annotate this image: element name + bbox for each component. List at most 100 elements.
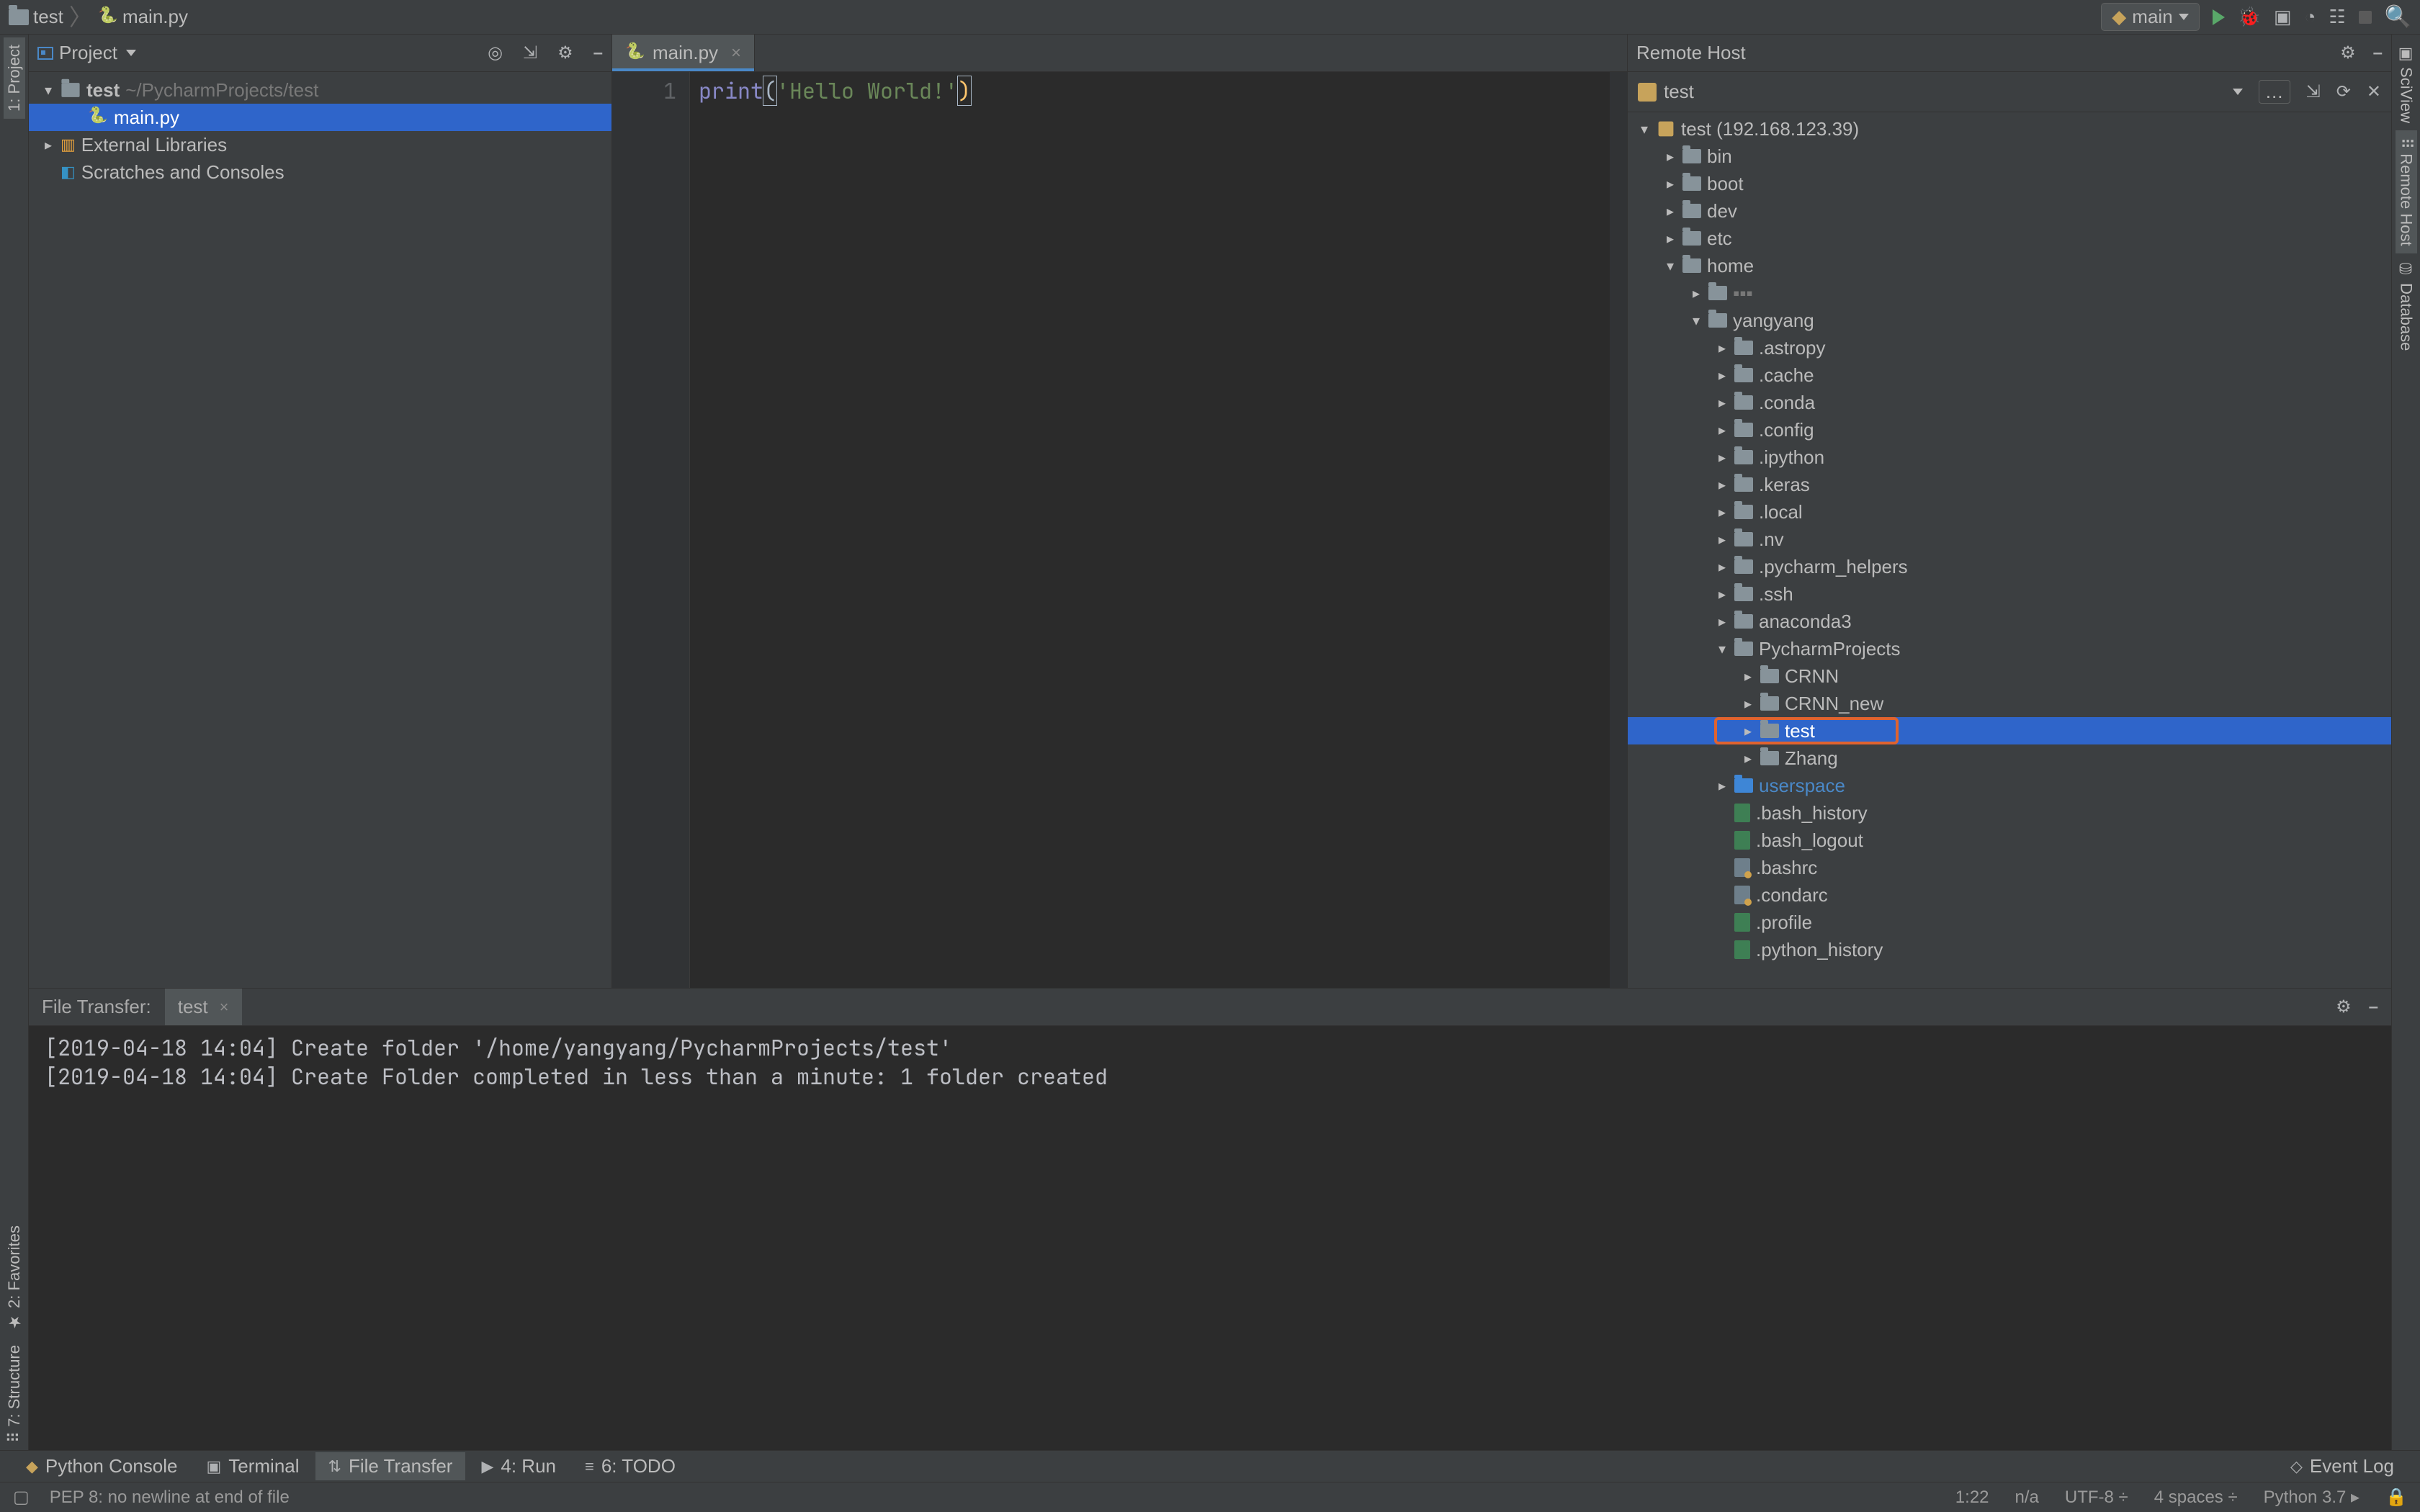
expand-arrow-icon[interactable]: [1716, 476, 1729, 494]
collapse-all-button[interactable]: [523, 42, 537, 63]
remote-dir-astropy[interactable]: .astropy: [1628, 334, 2391, 361]
tab-python-console[interactable]: Python Console: [13, 1452, 190, 1480]
breadcrumb-root[interactable]: test: [33, 6, 63, 28]
close-tab-button[interactable]: ×: [731, 43, 741, 63]
remote-dir-crnn[interactable]: CRNN: [1628, 662, 2391, 690]
tab-remote-host[interactable]: ⠿ Remote Host: [2396, 130, 2417, 253]
expand-arrow-icon[interactable]: [1664, 202, 1677, 220]
tab-terminal[interactable]: ▣Terminal: [193, 1452, 312, 1480]
remote-dir-anaconda3[interactable]: anaconda3: [1628, 608, 2391, 635]
expand-arrow-icon[interactable]: [1742, 695, 1754, 713]
scratches-node[interactable]: ◧ Scratches and Consoles: [29, 158, 611, 186]
python-interpreter[interactable]: Python 3.7 ▸: [2264, 1487, 2360, 1508]
expand-arrow-icon[interactable]: [1716, 449, 1729, 467]
remote-dir-ssh[interactable]: .ssh: [1628, 580, 2391, 608]
remote-file-bash-logout[interactable]: .bash_logout: [1628, 827, 2391, 854]
concurrency-button[interactable]: ☷: [2329, 6, 2345, 28]
remote-dir-pycharm-helpers[interactable]: .pycharm_helpers: [1628, 553, 2391, 580]
code-area[interactable]: print('Hello World!'): [690, 72, 1610, 988]
hide-button[interactable]: [2373, 43, 2383, 63]
remote-dir-test[interactable]: test: [1628, 717, 2391, 744]
chevron-down-icon[interactable]: [126, 50, 136, 56]
remote-file-bashrc[interactable]: .bashrc: [1628, 854, 2391, 881]
tab-database[interactable]: ⛁ Database: [2396, 253, 2417, 358]
expand-arrow-icon[interactable]: [1716, 777, 1729, 795]
expand-arrow-icon[interactable]: [1742, 722, 1754, 740]
debug-button[interactable]: 🐞: [2238, 6, 2261, 28]
remote-dir-zhang[interactable]: Zhang: [1628, 744, 2391, 772]
remote-dir-boot[interactable]: boot: [1628, 170, 2391, 197]
remote-dir-ipython[interactable]: .ipython: [1628, 444, 2391, 471]
run-with-coverage-button[interactable]: ▣: [2274, 6, 2292, 28]
tab-run[interactable]: ▶4: Run: [468, 1452, 569, 1480]
server-label[interactable]: test: [1664, 81, 1694, 103]
error-stripe[interactable]: [1610, 72, 1627, 988]
expand-arrow-icon[interactable]: [1716, 558, 1729, 576]
expand-arrow-icon[interactable]: [1716, 503, 1729, 521]
locate-file-button[interactable]: [488, 42, 503, 63]
settings-button[interactable]: [2336, 996, 2352, 1017]
settings-button[interactable]: [557, 42, 573, 63]
remote-dir-dev[interactable]: dev: [1628, 197, 2391, 225]
line-separator[interactable]: n/a: [2015, 1488, 2039, 1508]
search-everywhere-button[interactable]: 🔍: [2385, 4, 2411, 30]
file-encoding[interactable]: UTF-8 ÷: [2065, 1488, 2128, 1508]
expand-arrow-icon[interactable]: [1716, 531, 1729, 549]
remote-dir-yangyang[interactable]: yangyang: [1628, 307, 2391, 334]
remote-file-profile[interactable]: .profile: [1628, 909, 2391, 936]
expand-arrow-icon[interactable]: [1664, 230, 1677, 248]
hide-button[interactable]: [2369, 997, 2378, 1017]
profile-button[interactable]: ◔: [2305, 6, 2316, 28]
remote-dir-local[interactable]: .local: [1628, 498, 2391, 526]
remote-dir-conda[interactable]: .conda: [1628, 389, 2391, 416]
caret-position[interactable]: 1:22: [1955, 1488, 1989, 1508]
expand-arrow-icon[interactable]: [1716, 394, 1729, 412]
expand-arrow-icon[interactable]: [1716, 613, 1729, 631]
expand-arrow-icon[interactable]: [1664, 175, 1677, 193]
external-libraries-node[interactable]: ▥ External Libraries: [29, 131, 611, 158]
breadcrumb-file[interactable]: main.py: [122, 6, 188, 28]
inspection-indicator[interactable]: 🔒: [2385, 1487, 2407, 1508]
refresh-button[interactable]: [2336, 81, 2351, 102]
remote-tree[interactable]: test (192.168.123.39) bin boot dev etc h…: [1628, 112, 2391, 988]
log-subtab-test[interactable]: test ×: [165, 989, 243, 1025]
close-button[interactable]: [2367, 81, 2381, 102]
remote-file-bash-history[interactable]: .bash_history: [1628, 799, 2391, 827]
expand-arrow-icon[interactable]: [1716, 585, 1729, 603]
expand-arrow-icon[interactable]: [1716, 366, 1729, 384]
hide-button[interactable]: [593, 43, 603, 63]
project-root[interactable]: test ~/PycharmProjects/test: [29, 76, 611, 104]
expand-arrow-icon[interactable]: [42, 136, 55, 154]
collapse-all-button[interactable]: [2306, 81, 2321, 102]
remote-dir-unknown[interactable]: ▪▪▪: [1628, 279, 2391, 307]
remote-dir-crnn-new[interactable]: CRNN_new: [1628, 690, 2391, 717]
expand-arrow-icon[interactable]: [1690, 312, 1703, 330]
remote-dir-home[interactable]: home: [1628, 252, 2391, 279]
run-configuration-selector[interactable]: main: [2101, 3, 2199, 31]
run-button[interactable]: [2213, 9, 2225, 25]
tab-event-log[interactable]: Event Log: [2277, 1452, 2407, 1480]
expand-arrow-icon[interactable]: [1638, 120, 1651, 138]
remote-file-condarc[interactable]: .condarc: [1628, 881, 2391, 909]
expand-arrow-icon[interactable]: [1716, 421, 1729, 439]
status-left-icon[interactable]: ▢: [13, 1487, 30, 1508]
remote-dir-cache[interactable]: .cache: [1628, 361, 2391, 389]
expand-arrow-icon[interactable]: [1716, 640, 1729, 658]
expand-arrow-icon[interactable]: [42, 81, 55, 99]
remote-dir-etc[interactable]: etc: [1628, 225, 2391, 252]
expand-arrow-icon[interactable]: [1664, 257, 1677, 275]
remote-dir-pycharmprojects[interactable]: PycharmProjects: [1628, 635, 2391, 662]
expand-arrow-icon[interactable]: [1690, 284, 1703, 302]
close-tab-button[interactable]: ×: [220, 998, 229, 1017]
expand-arrow-icon[interactable]: [1742, 667, 1754, 685]
log-output[interactable]: [2019-04-18 14:04] Create folder '/home/…: [29, 1026, 2391, 1450]
editor-body[interactable]: 1 print('Hello World!'): [612, 72, 1627, 988]
tab-favorites[interactable]: ★ 2: Favorites: [4, 1218, 25, 1338]
remote-root[interactable]: test (192.168.123.39): [1628, 115, 2391, 143]
expand-arrow-icon[interactable]: [1742, 750, 1754, 768]
tab-project[interactable]: 1: Project: [4, 37, 25, 119]
remote-dir-nv[interactable]: .nv: [1628, 526, 2391, 553]
project-file-mainpy[interactable]: main.py: [29, 104, 611, 131]
indent-setting[interactable]: 4 spaces ÷: [2154, 1488, 2238, 1508]
remote-dir-keras[interactable]: .keras: [1628, 471, 2391, 498]
